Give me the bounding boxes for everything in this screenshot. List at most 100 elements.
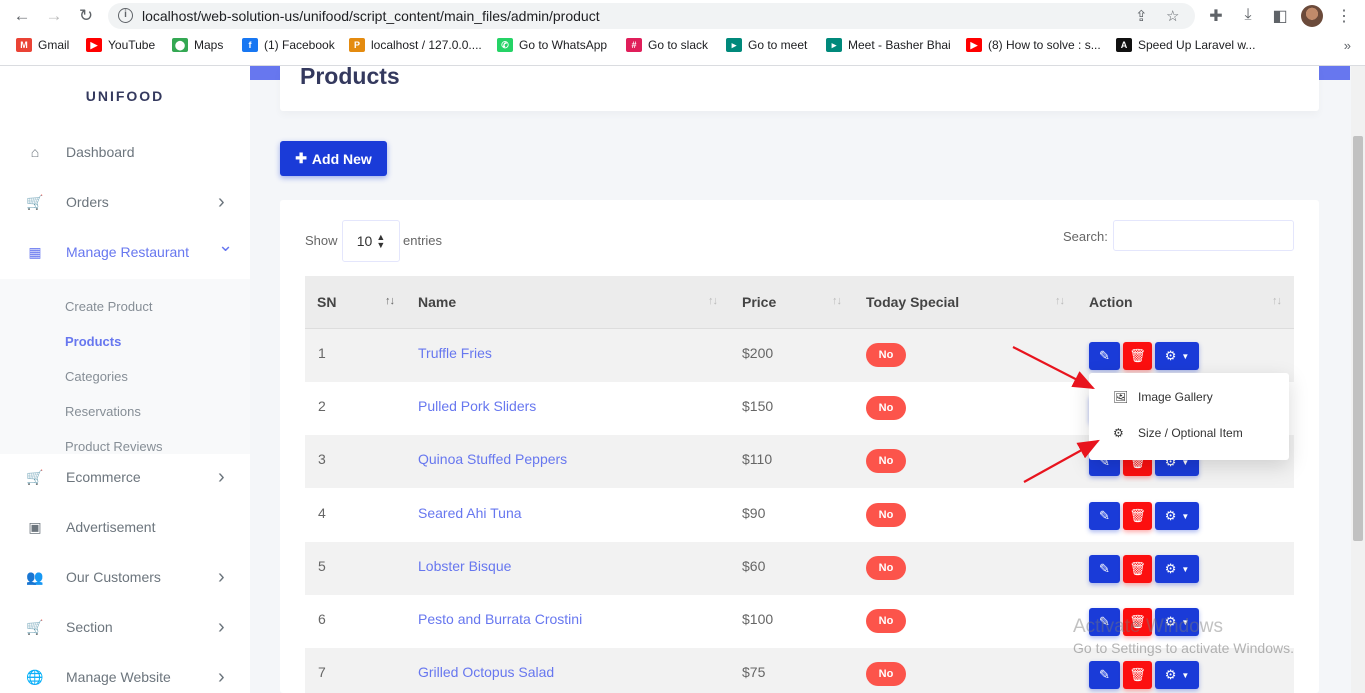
bookmark-star-icon[interactable]: ☆ [1166, 7, 1179, 25]
bookmark-label: (8) How to solve : s... [988, 38, 1101, 52]
product-name-link[interactable]: Pesto and Burrata Crostini [418, 611, 582, 627]
column-name[interactable]: Name [418, 294, 456, 310]
delete-button[interactable]: 🗑 [1123, 555, 1152, 583]
action-dropdown-menu: 🖼 Image Gallery ⚙ Size / Optional Item [1089, 373, 1289, 460]
delete-button[interactable]: 🗑 [1123, 661, 1152, 689]
sidebar-item-our-customers[interactable]: 👥 Our Customers › [0, 552, 250, 602]
sidebar-item-orders[interactable]: 🛒 Orders › [0, 177, 250, 227]
bookmark-item[interactable]: ▸ Go to meet [726, 38, 807, 52]
browser-menu-icon[interactable]: ⋮ [1334, 6, 1354, 26]
brand-logo[interactable]: UNIFOOD [0, 88, 250, 104]
sort-icon[interactable]: ↑↓ [1272, 295, 1282, 307]
sort-icon[interactable]: ↑↓ [385, 295, 395, 307]
forward-icon[interactable]: → [44, 6, 64, 26]
caret-down-icon: ▼ [1181, 511, 1190, 521]
bookmark-item[interactable]: ⬤ Maps [172, 38, 223, 52]
cell-sn: 7 [318, 664, 326, 680]
image-gallery-item[interactable]: 🖼 Image Gallery [1089, 379, 1289, 415]
submenu-products[interactable]: Products [65, 334, 121, 349]
edit-button[interactable]: ✎ [1089, 661, 1120, 689]
sidebar-item-section[interactable]: 🛒 Section › [0, 602, 250, 652]
cell-price: $100 [742, 611, 774, 627]
delete-button[interactable]: 🗑 [1123, 502, 1152, 530]
search-input[interactable] [1113, 220, 1294, 251]
bookmark-label: Go to slack [648, 38, 709, 52]
chevron-right-icon: › [218, 665, 225, 688]
chevron-right-icon: › [218, 565, 225, 588]
options-dropdown-button[interactable]: ⚙▼ [1155, 502, 1199, 530]
cell-sn: 5 [318, 558, 326, 574]
product-name-link[interactable]: Quinoa Stuffed Peppers [418, 451, 567, 467]
product-name-link[interactable]: Truffle Fries [418, 345, 492, 361]
sidebar-item-dashboard[interactable]: ⌂ Dashboard [0, 127, 250, 177]
site-info-icon[interactable]: i [118, 8, 133, 23]
add-new-button[interactable]: ✚ Add New [280, 141, 387, 176]
bookmark-item[interactable]: ✆ Go to WhatsApp [497, 38, 607, 52]
show-label: Show [305, 233, 338, 248]
product-name-link[interactable]: Lobster Bisque [418, 558, 511, 574]
bookmark-item[interactable]: ▶ YouTube [86, 38, 155, 52]
sidebar-item-ecommerce[interactable]: 🛒 Ecommerce › [0, 452, 250, 502]
bookmark-label: localhost / 127.0.0.... [371, 38, 482, 52]
image-gallery-label: Image Gallery [1138, 390, 1213, 404]
sort-icon[interactable]: ↑↓ [708, 295, 718, 307]
reload-icon[interactable]: ↻ [76, 6, 96, 26]
bookmark-item[interactable]: f (1) Facebook [242, 38, 335, 52]
share-icon[interactable]: ⇪ [1135, 7, 1148, 25]
edit-button[interactable]: ✎ [1089, 555, 1120, 583]
sort-icon[interactable]: ↑↓ [1055, 295, 1065, 307]
submenu-create-product[interactable]: Create Product [65, 299, 152, 314]
sidebar-item-manage-website[interactable]: 🌐 Manage Website › [0, 652, 250, 693]
product-name-link[interactable]: Pulled Pork Sliders [418, 398, 536, 414]
entries-select[interactable]: 10 ▲ ▼ [342, 220, 400, 262]
product-name-link[interactable]: Grilled Octopus Salad [418, 664, 554, 680]
table-row: 5 Lobster Bisque $60 No ✎ 🗑 ⚙ ▼ [305, 542, 1294, 595]
url-text[interactable]: localhost/web-solution-us/unifood/script… [142, 8, 600, 24]
submenu-reservations[interactable]: Reservations [65, 404, 141, 419]
sidebar: UNIFOOD ⌂ Dashboard 🛒 Orders › ▦ Manage Restau… [0, 66, 250, 693]
bookmark-item[interactable]: M Gmail [16, 38, 69, 52]
globe-icon: 🌐 [26, 668, 44, 685]
column-sn[interactable]: SN [317, 294, 336, 310]
address-bar[interactable]: i localhost/web-solution-us/unifood/scri… [108, 3, 1195, 29]
today-special-badge: No [866, 556, 906, 580]
back-icon[interactable]: ← [12, 6, 32, 26]
options-dropdown-button[interactable]: ⚙▼ [1155, 342, 1199, 370]
bookmark-item[interactable]: A Speed Up Laravel w... [1116, 38, 1255, 52]
sidebar-item-label: Orders [66, 194, 109, 210]
section-header [280, 66, 1319, 111]
bookmark-item[interactable]: ▸ Meet - Basher Bhai [826, 38, 951, 52]
bookmark-item[interactable]: Plocalhost / 127.0.0.... [349, 38, 482, 52]
size-optional-item[interactable]: ⚙ Size / Optional Item [1089, 415, 1289, 451]
extensions-icon[interactable]: ✚ [1206, 6, 1226, 26]
download-icon[interactable]: ⤓ [1238, 6, 1258, 24]
submenu-categories[interactable]: Categories [65, 369, 128, 384]
options-dropdown-button[interactable]: ⚙▼ [1155, 661, 1199, 689]
bookmarks-overflow-icon[interactable]: » [1344, 38, 1351, 53]
edit-button[interactable]: ✎ [1089, 342, 1120, 370]
sidebar-item-advertisement[interactable]: ▣ Advertisement [0, 502, 250, 552]
gear-icon: ⚙ [1164, 508, 1177, 523]
column-action[interactable]: Action [1089, 294, 1133, 310]
profile-avatar[interactable] [1301, 5, 1323, 27]
bookmark-favicon-icon: ▸ [726, 38, 742, 52]
bookmark-item[interactable]: ▶ (8) How to solve : s... [966, 38, 1101, 52]
bookmarks-bar: M Gmail ▶ YouTube ⬤ Maps f (1) Facebook Plocalho… [0, 36, 1365, 58]
column-price[interactable]: Price [742, 294, 776, 310]
edit-button[interactable]: ✎ [1089, 502, 1120, 530]
sort-icon[interactable]: ↑↓ [832, 295, 842, 307]
chevron-right-icon: › [218, 465, 225, 488]
page-scrollbar[interactable] [1351, 66, 1365, 693]
edit-icon: ✎ [1099, 561, 1110, 576]
submenu-product-reviews[interactable]: Product Reviews [65, 439, 163, 454]
bookmark-item[interactable]: # Go to slack [626, 38, 708, 52]
options-dropdown-button[interactable]: ⚙▼ [1155, 555, 1199, 583]
product-name-link[interactable]: Seared Ahi Tuna [418, 505, 522, 521]
ad-icon: ▣ [28, 518, 42, 535]
sidebar-item-label: Manage Website [66, 669, 171, 685]
side-panel-icon[interactable]: ◧ [1270, 6, 1290, 26]
scrollbar-thumb[interactable] [1353, 136, 1363, 541]
delete-button[interactable]: 🗑 [1123, 342, 1152, 370]
column-today-special[interactable]: Today Special [866, 294, 959, 310]
sidebar-item-manage-restaurant[interactable]: ▦ Manage Restaurant ⌄ [0, 227, 250, 277]
